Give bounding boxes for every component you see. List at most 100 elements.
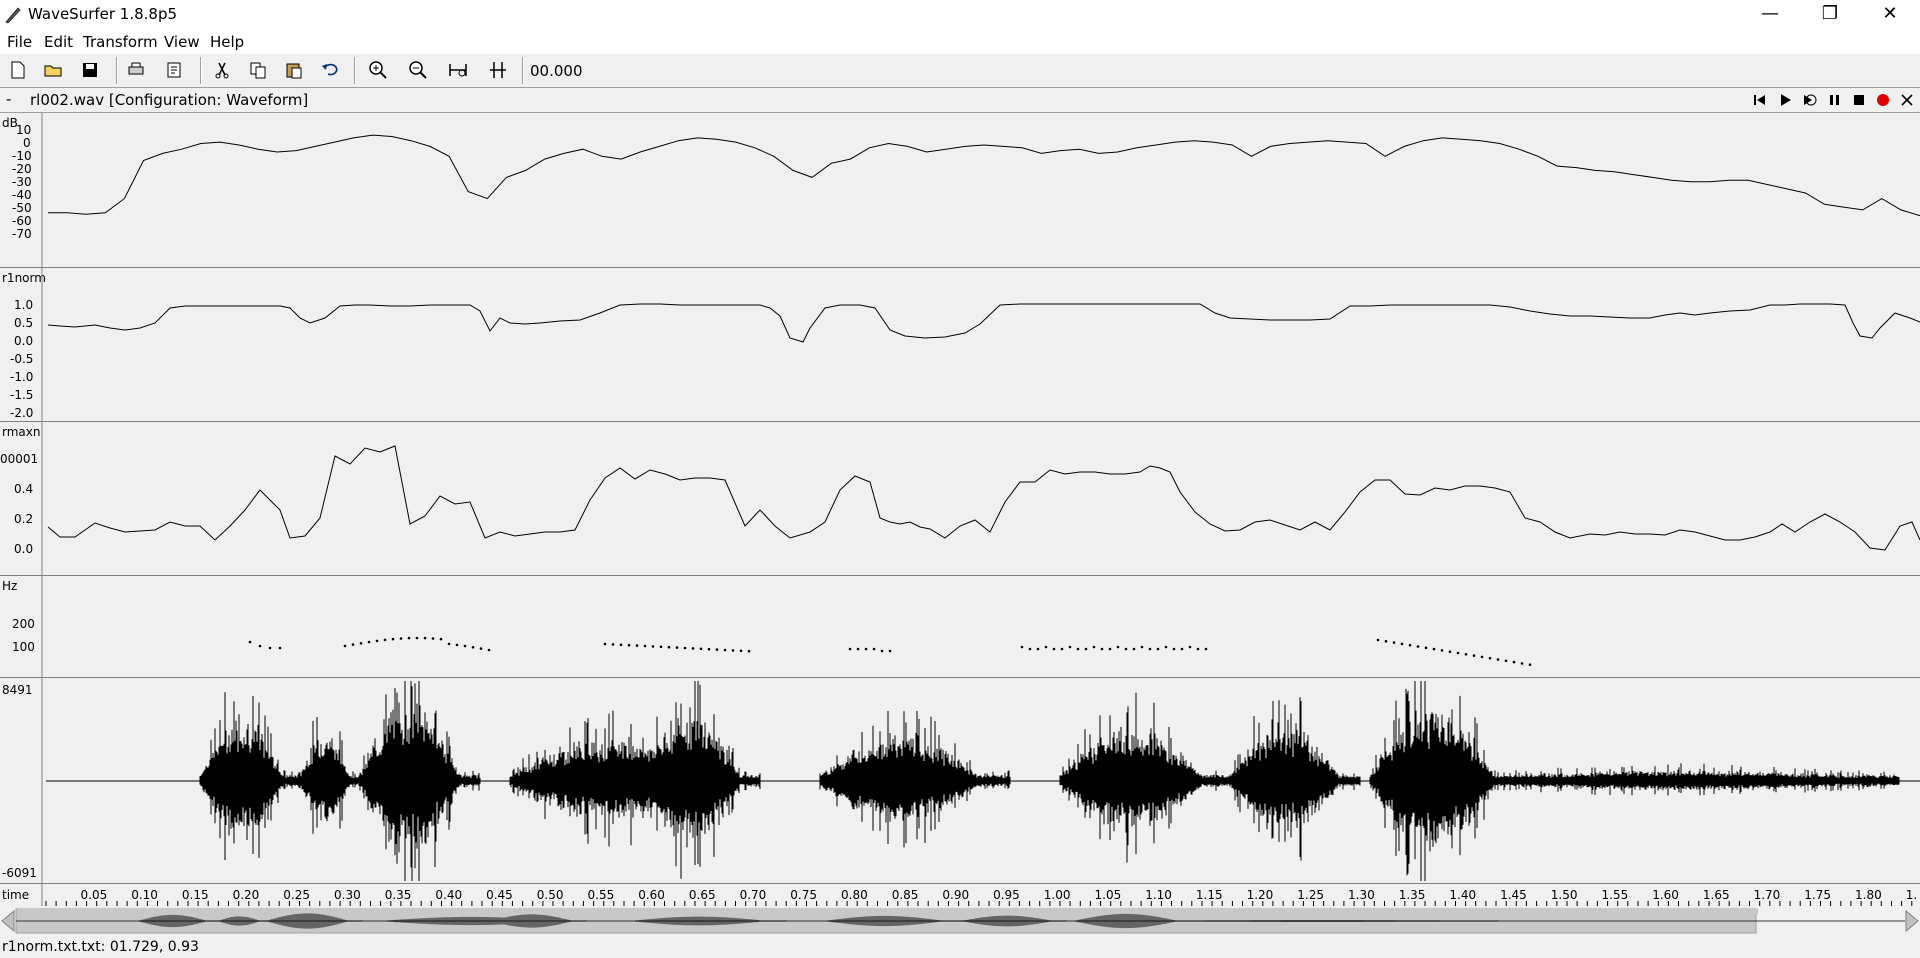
pitch-point <box>627 643 631 647</box>
waveform-pane[interactable]: 8491 -6091 <box>0 678 1920 884</box>
open-folder-icon[interactable] <box>42 58 66 82</box>
pitch-point <box>1140 645 1144 649</box>
collapse-dash[interactable]: - <box>6 90 11 108</box>
zoom-all-icon[interactable] <box>446 58 470 82</box>
pitch-point <box>248 640 252 644</box>
overview-scrollbar-graphic <box>1 908 1919 934</box>
rmax-pane[interactable]: rmaxn 00001 0.4 0.2 0.0 <box>0 422 1920 576</box>
pitch-point <box>1376 638 1380 642</box>
r1norm-pane[interactable]: r1norm 1.0 0.5 0.0 -0.5 -1.0 -1.5 -2.0 <box>0 268 1920 422</box>
pitch-point <box>667 645 671 649</box>
play-icon[interactable] <box>1776 91 1794 109</box>
time-tick-label: 1.60 <box>1652 888 1679 902</box>
menu-help[interactable]: Help <box>210 33 244 51</box>
pause-icon[interactable] <box>1826 91 1844 109</box>
close-sound-icon[interactable] <box>1898 91 1916 109</box>
new-file-icon[interactable] <box>6 58 30 82</box>
pitch-point <box>1440 649 1444 652</box>
time-tick-label: 0.25 <box>283 888 311 902</box>
menu-bar: File Edit Transform View Help <box>0 30 1920 54</box>
maximize-button[interactable]: ❐ <box>1800 0 1860 30</box>
menu-view[interactable]: View <box>164 33 200 51</box>
pitch-point <box>1204 647 1208 651</box>
pitch-point <box>268 646 272 650</box>
stop-icon[interactable] <box>1850 91 1868 109</box>
pitch-point <box>1432 647 1436 651</box>
pitch-point <box>1512 660 1516 664</box>
pitch-point <box>675 646 679 649</box>
pitch-point <box>723 648 727 652</box>
pitch-point <box>487 648 491 652</box>
pitch-point <box>1504 659 1508 663</box>
pitch-point <box>1108 647 1112 651</box>
sound-header-bar: - rl002.wav [Configuration: Waveform] <box>0 88 1920 113</box>
title-bar: WaveSurfer 1.8.8p5 — ❐ ✕ <box>0 0 1920 30</box>
pitch-point <box>856 647 860 651</box>
pitch-point <box>463 644 467 648</box>
print-setup-icon[interactable] <box>162 58 186 82</box>
time-tick-label: 1. <box>1905 888 1918 902</box>
time-tick-label: 0.40 <box>435 888 463 902</box>
rewind-icon[interactable] <box>1751 91 1769 109</box>
pitch-point <box>651 645 655 648</box>
rmax-curve-plot <box>41 422 1920 575</box>
time-tick-label: 1.40 <box>1449 888 1477 902</box>
r1norm-curve-plot <box>41 268 1920 421</box>
time-tick-label: 1.30 <box>1348 888 1375 902</box>
toolbar-separator <box>116 57 118 84</box>
cut-icon[interactable] <box>210 58 234 82</box>
pitch-point <box>1148 647 1152 651</box>
pitch-point <box>399 637 403 640</box>
close-window-button[interactable]: ✕ <box>1860 0 1920 30</box>
pitch-point <box>739 649 743 653</box>
menu-file[interactable]: File <box>7 33 32 51</box>
pitch-point <box>1156 647 1160 651</box>
power-curve <box>48 134 1920 217</box>
time-tick-label: 1.50 <box>1550 888 1578 902</box>
play-loop-icon[interactable] <box>1800 91 1818 109</box>
pitch-point <box>1172 647 1176 651</box>
zoom-in-icon[interactable] <box>366 58 390 82</box>
pitch-point <box>439 637 443 641</box>
undo-icon[interactable] <box>318 58 342 82</box>
power-pane[interactable]: dB 10 0 -10 -20 -30 -40 -50 -60 -70 <box>0 113 1920 268</box>
pitch-point <box>258 644 262 648</box>
menu-transform[interactable]: Transform <box>83 33 158 51</box>
pitch-point <box>864 647 868 651</box>
pitch-pane[interactable]: Hz 200 100 <box>0 576 1920 678</box>
pitch-point <box>603 642 607 646</box>
paste-icon[interactable] <box>282 58 306 82</box>
pitch-point <box>1196 647 1200 651</box>
pitch-point <box>343 644 347 648</box>
menu-edit[interactable]: Edit <box>44 33 73 51</box>
record-icon[interactable] <box>1874 91 1892 109</box>
rmax-curve <box>47 445 1920 551</box>
zoom-out-icon[interactable] <box>406 58 430 82</box>
time-axis[interactable]: time 0.05 0.10 0.15 0.20 0.25 0.30 0.35 0.40 0.4… <box>0 884 1920 907</box>
pitch-point <box>699 647 703 651</box>
pitch-point <box>643 644 647 648</box>
time-tick-label: 1.10 <box>1145 888 1172 902</box>
time-tick-label: 0.45 <box>486 888 513 902</box>
status-bar: r1norm.txt.txt: 01.729, 0.93 <box>0 936 1920 958</box>
pitch-plot <box>41 576 1532 677</box>
pitch-point <box>479 647 483 650</box>
toolbar-separator <box>354 57 356 84</box>
pitch-point <box>359 642 363 645</box>
zoom-selection-icon[interactable] <box>486 58 510 82</box>
pitch-point <box>407 636 411 640</box>
time-tick-label: 0.50 <box>536 888 564 902</box>
pitch-point <box>423 636 427 640</box>
time-tick-label: 1.00 <box>1043 888 1071 902</box>
minimize-button[interactable]: — <box>1740 0 1800 30</box>
pitch-point <box>415 636 419 640</box>
time-tick-label: 0.80 <box>841 888 868 902</box>
pitch-point <box>1084 647 1088 651</box>
save-icon[interactable] <box>78 58 102 82</box>
r1norm-curve <box>47 303 1920 343</box>
copy-icon[interactable] <box>246 58 270 82</box>
print-icon[interactable] <box>124 58 148 82</box>
overview-scrollbar[interactable] <box>0 906 1920 936</box>
time-tick-label: 0.10 <box>131 888 158 902</box>
time-tick-label: 1.65 <box>1702 888 1730 902</box>
